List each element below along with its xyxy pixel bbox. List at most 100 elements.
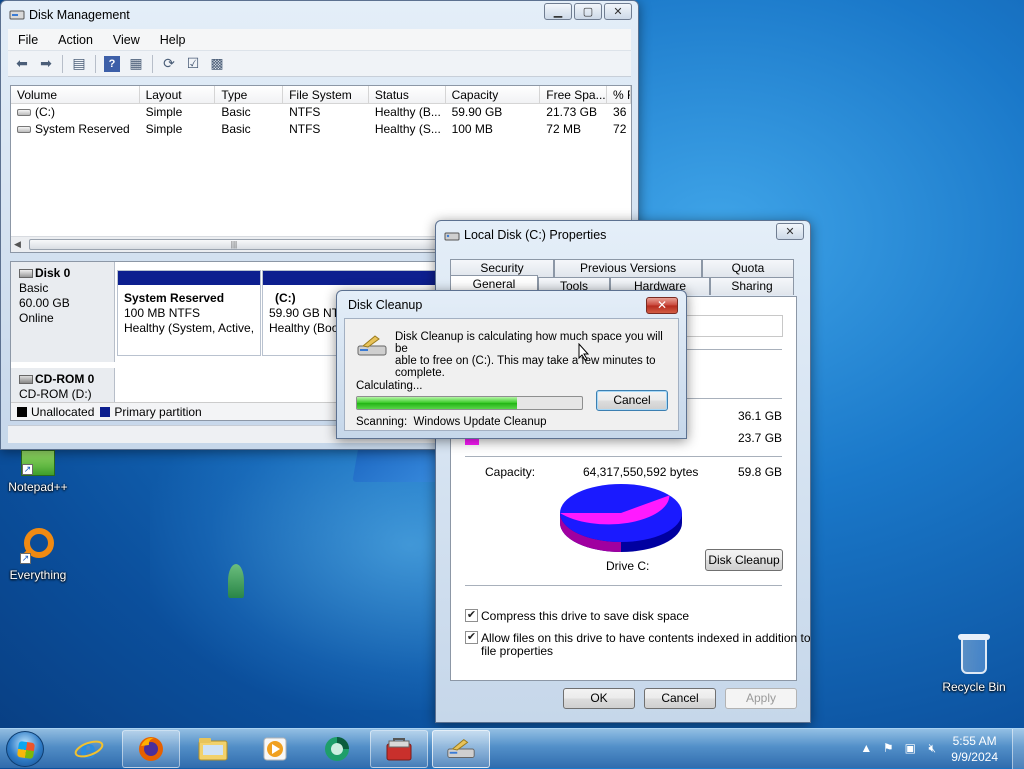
disk-cleanup-icon: [357, 335, 387, 356]
disk-usage-pie-chart: [559, 483, 687, 553]
disk-cleanup-body: Disk Cleanup is calculating how much spa…: [344, 318, 679, 431]
window-title: Local Disk (C:) Properties: [464, 228, 607, 242]
tab-sharing[interactable]: Sharing: [710, 277, 794, 295]
scrollbar-thumb[interactable]: |||: [29, 239, 439, 250]
disk0-label[interactable]: Disk 0 Basic 60.00 GB Online: [11, 262, 115, 362]
taskbar-internet-explorer[interactable]: e: [60, 730, 118, 768]
cleanup-progress-bar: [356, 396, 583, 410]
desktop-icon-everything[interactable]: ↗ Everything: [2, 528, 74, 582]
desktop-icon-label: Recycle Bin: [942, 680, 1006, 694]
used-space-value: 36.1 GB: [738, 409, 783, 423]
tab-quota[interactable]: Quota: [702, 259, 794, 277]
cdrom-icon: [19, 375, 33, 384]
taskbar: e ▲ ⚑ ▣ 🔇︎ 5:55 AM 9/9/2024: [0, 728, 1024, 769]
menu-file[interactable]: File: [8, 33, 48, 47]
start-button[interactable]: [6, 731, 44, 767]
window-title: Disk Management: [29, 8, 130, 22]
calculating-label: Calculating...: [356, 380, 423, 392]
help-icon[interactable]: ?: [104, 55, 120, 72]
column-header[interactable]: Free Spa...: [540, 86, 608, 103]
refresh-icon[interactable]: ⟳: [158, 54, 180, 74]
svg-text:e: e: [80, 735, 97, 764]
column-header[interactable]: Layout: [140, 86, 216, 103]
ok-button[interactable]: OK: [563, 688, 635, 709]
clock-time: 5:55 AM: [952, 734, 997, 748]
compress-label: Compress this drive to save disk space: [481, 609, 690, 623]
menu-view[interactable]: View: [103, 33, 150, 47]
compress-checkbox[interactable]: ✔: [465, 609, 478, 622]
green-app-icon: [325, 737, 349, 761]
table-row[interactable]: System Reserved Simple Basic NTFS Health…: [11, 121, 631, 138]
table-row[interactable]: (C:) Simple Basic NTFS Healthy (B... 59.…: [11, 104, 631, 121]
free-space-value: 23.7 GB: [738, 431, 783, 445]
tab-previous-versions[interactable]: Previous Versions: [554, 259, 702, 277]
scanning-status: Scanning: Windows Update Cleanup: [356, 416, 547, 428]
capacity-label: Capacity:: [485, 465, 536, 479]
rescan-icon[interactable]: ☑: [182, 54, 204, 74]
properties-pane-icon[interactable]: ▦: [125, 54, 147, 74]
cancel-button[interactable]: Cancel: [596, 390, 668, 411]
firefox-icon: [139, 737, 163, 761]
scroll-left-icon[interactable]: ◀: [14, 239, 21, 250]
desktop-icon-label: Everything: [9, 568, 67, 582]
desktop-icon-recycle-bin[interactable]: Recycle Bin: [938, 632, 1010, 694]
disk-management-titlebar[interactable]: Disk Management ▁ ▢ ✕: [1, 1, 638, 29]
column-header[interactable]: File System: [283, 86, 369, 103]
column-header[interactable]: Type: [215, 86, 284, 103]
back-arrow-icon[interactable]: ⬅: [11, 54, 33, 74]
minimize-button[interactable]: ▁: [544, 3, 572, 20]
apply-button[interactable]: Apply: [725, 688, 797, 709]
column-header[interactable]: Volume: [11, 86, 140, 103]
taskbar-app-green[interactable]: [308, 730, 366, 768]
show-hidden-icons-icon[interactable]: ▲: [858, 741, 874, 757]
action-center-flag-icon[interactable]: ⚑: [880, 741, 896, 757]
windows-logo-icon: [16, 740, 36, 760]
show-desktop-button[interactable]: [1012, 729, 1024, 769]
disk-cleanup-dialog: Disk Cleanup ✕ Disk Cleanup is calculati…: [336, 290, 687, 439]
close-button[interactable]: ✕: [776, 223, 804, 240]
media-player-icon: [263, 737, 287, 761]
close-button[interactable]: ✕: [604, 3, 632, 20]
column-header[interactable]: Capacity: [446, 86, 541, 103]
properties-titlebar[interactable]: Local Disk (C:) Properties ✕: [436, 221, 810, 249]
cdrom-label[interactable]: CD-ROM 0 CD-ROM (D:): [11, 368, 115, 404]
taskbar-media-player[interactable]: [246, 730, 304, 768]
index-checkbox[interactable]: ✔: [465, 631, 478, 644]
menu-bar: File Action View Help: [8, 29, 631, 51]
maximize-button[interactable]: ▢: [574, 3, 602, 20]
close-button[interactable]: ✕: [646, 297, 678, 314]
everything-icon: ↗: [19, 528, 56, 564]
capacity-gb: 59.8 GB: [738, 465, 783, 479]
notepadpp-icon: ↗: [21, 450, 55, 476]
wallpaper-leaf: [228, 564, 244, 598]
capacity-bytes: 64,317,550,592 bytes: [583, 465, 699, 479]
volume-muted-icon[interactable]: 🔇︎: [924, 741, 940, 757]
taskbar-computer-management[interactable]: [370, 730, 428, 768]
settings-icon[interactable]: ▩: [206, 54, 228, 74]
desktop-icon-notepadpp[interactable]: ↗ Notepad++: [2, 450, 74, 494]
index-label-line2: file properties: [481, 644, 554, 658]
legend-unallocated: Unallocated: [17, 405, 94, 419]
disk-cleanup-button[interactable]: Disk Cleanup: [705, 549, 783, 571]
forward-arrow-icon[interactable]: ➡: [35, 54, 57, 74]
column-header[interactable]: Status: [369, 86, 446, 103]
taskbar-explorer[interactable]: [184, 730, 242, 768]
clock-date: 9/9/2024: [951, 750, 998, 764]
desktop-icon-label: Notepad++: [8, 480, 68, 494]
volume-icon: [17, 126, 31, 134]
recycle-bin-icon: [957, 632, 991, 676]
volume-name-field[interactable]: [681, 315, 783, 337]
dialog-title: Disk Cleanup: [348, 298, 423, 312]
cancel-button[interactable]: Cancel: [644, 688, 716, 709]
taskbar-disk-cleanup[interactable]: [432, 730, 490, 768]
network-icon[interactable]: ▣: [902, 741, 918, 757]
taskbar-firefox[interactable]: [122, 730, 180, 768]
disk-cleanup-titlebar[interactable]: Disk Cleanup ✕: [337, 291, 686, 319]
clock[interactable]: 5:55 AM 9/9/2024: [951, 733, 998, 765]
cleanup-message: Disk Cleanup is calculating how much spa…: [395, 331, 663, 379]
partition-system-reserved[interactable]: System Reserved 100 MB NTFS Healthy (Sys…: [117, 270, 261, 356]
console-tree-icon[interactable]: ▤: [68, 54, 90, 74]
column-header[interactable]: % F: [607, 86, 631, 103]
menu-action[interactable]: Action: [48, 33, 103, 47]
menu-help[interactable]: Help: [150, 33, 196, 47]
